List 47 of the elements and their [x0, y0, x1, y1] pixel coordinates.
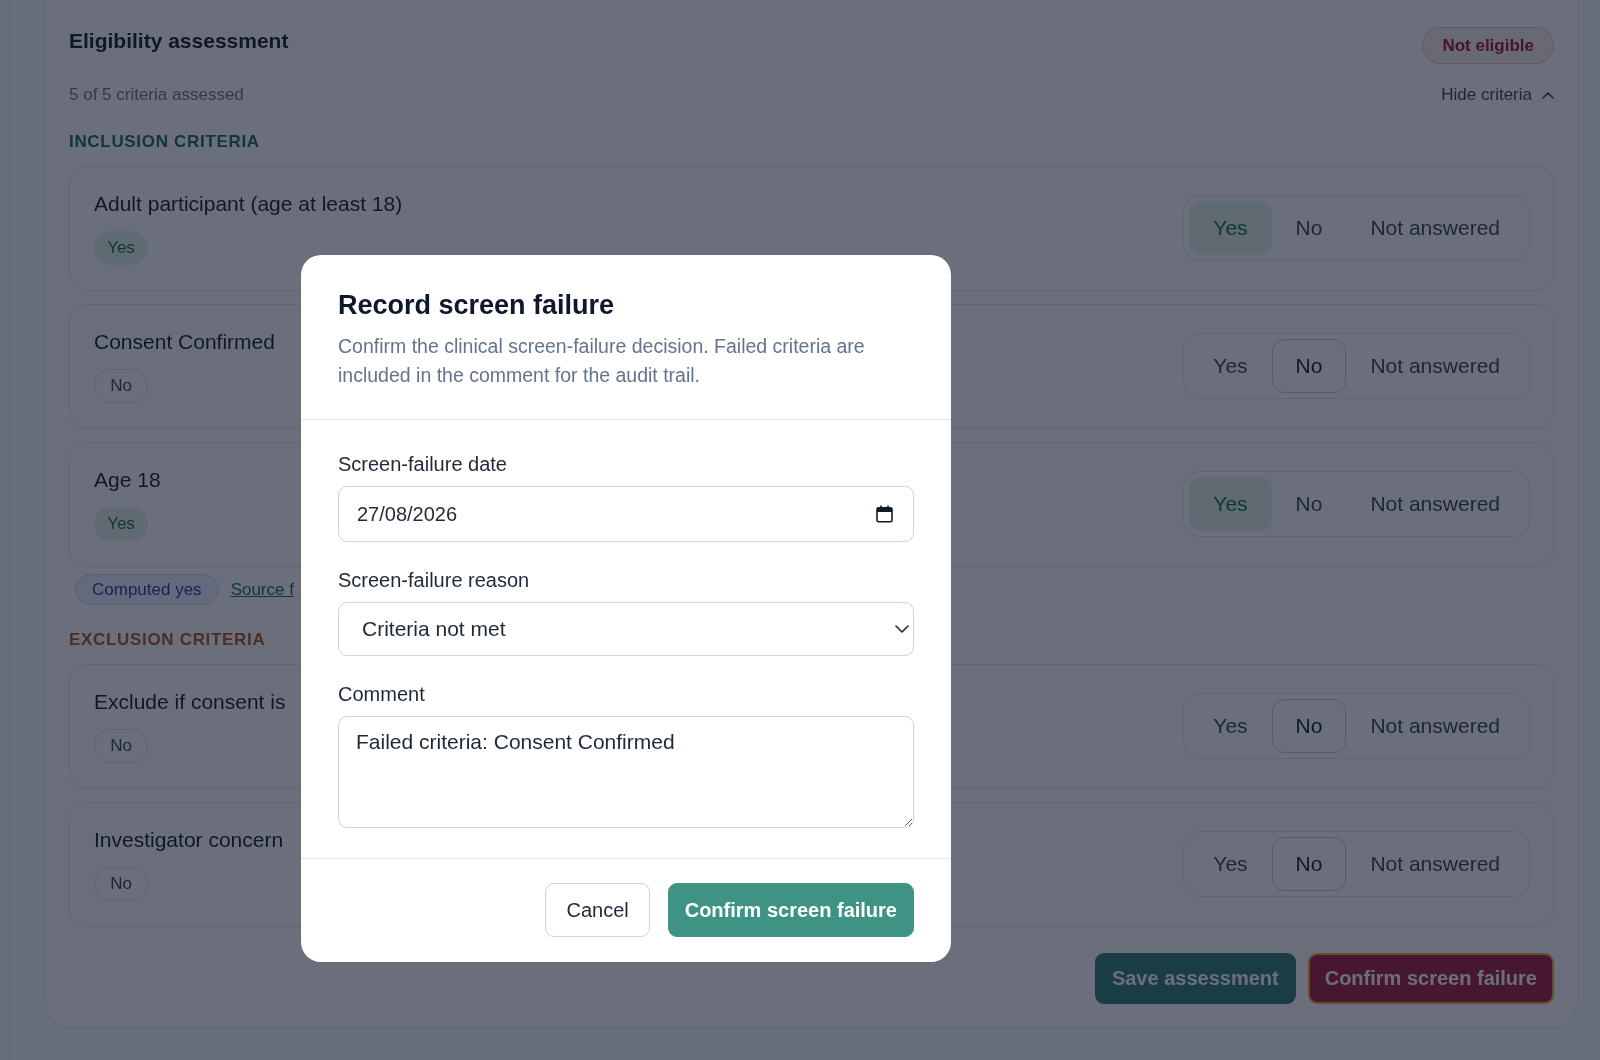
answer-badge: Yes	[94, 507, 148, 541]
field-label: Comment	[338, 682, 425, 706]
answer-option[interactable]: Not answered	[1346, 699, 1524, 753]
answer-badge: No	[94, 867, 148, 901]
dialog-title: Record screen failure	[338, 289, 615, 322]
criterion-title: Age 18	[94, 467, 161, 493]
assessment-title: Eligibility assessment	[69, 28, 289, 54]
chevron-down-icon	[895, 625, 909, 633]
criterion-title: Adult participant (age at least 18)	[94, 191, 403, 217]
hide-criteria-toggle[interactable]: Hide criteria	[1441, 83, 1554, 107]
answer-option[interactable]: No	[1271, 699, 1347, 753]
criterion-title: Consent Confirmed	[94, 329, 275, 355]
answer-option[interactable]: Yes	[1189, 699, 1272, 753]
answer-option[interactable]: Not answered	[1346, 477, 1524, 531]
answer-option[interactable]: No	[1271, 339, 1347, 393]
section-heading: INCLUSION CRITERIA	[69, 131, 260, 153]
answer-option[interactable]: No	[1271, 837, 1347, 891]
date-field[interactable]: 27/08/2026	[338, 486, 914, 542]
save-assessment-button[interactable]: Save assessment	[1094, 953, 1296, 1004]
answer-badge: No	[94, 369, 148, 403]
confirm-failure-button[interactable]: Confirm screen failure	[1307, 953, 1554, 1004]
criterion-title: Exclude if consent is	[94, 689, 286, 715]
progress-text: 5 of 5 criteria assessed	[69, 84, 244, 106]
answer-option[interactable]: Not answered	[1346, 837, 1524, 891]
answer-option[interactable]: Yes	[1189, 201, 1272, 255]
answer-option[interactable]: Yes	[1189, 477, 1272, 531]
comment-field[interactable]: Failed criteria: Consent Confirmed	[338, 716, 914, 828]
status-badge: Not eligible	[1422, 27, 1554, 64]
answer-option[interactable]: Yes	[1189, 837, 1272, 891]
answer-option[interactable]: Not answered	[1346, 201, 1524, 255]
source-link[interactable]: Source f	[230, 579, 294, 600]
answer-option[interactable]: Yes	[1189, 339, 1272, 393]
reason-select[interactable]: Criteria not met	[338, 602, 914, 656]
computed-badge: Computed yes	[75, 574, 219, 605]
section-heading: EXCLUSION CRITERIA	[69, 629, 266, 651]
dialog-description: Confirm the clinical screen-failure decision. Failed criteria are included in the comment for the audit trail.	[338, 334, 866, 388]
answer-badge: No	[94, 729, 148, 763]
answer-badge: Yes	[94, 231, 148, 265]
criterion-title: Investigator concern	[94, 827, 284, 853]
answer-option[interactable]: No	[1271, 477, 1347, 531]
answer-option[interactable]: No	[1271, 201, 1347, 255]
field-label: Screen-failure reason	[338, 568, 530, 592]
confirm-button[interactable]: Confirm screen failure	[667, 883, 914, 937]
field-label: Screen-failure date	[338, 452, 507, 476]
cancel-button[interactable]: Cancel	[545, 883, 650, 937]
calendar-icon[interactable]	[876, 505, 893, 523]
answer-option[interactable]: Not answered	[1346, 339, 1524, 393]
